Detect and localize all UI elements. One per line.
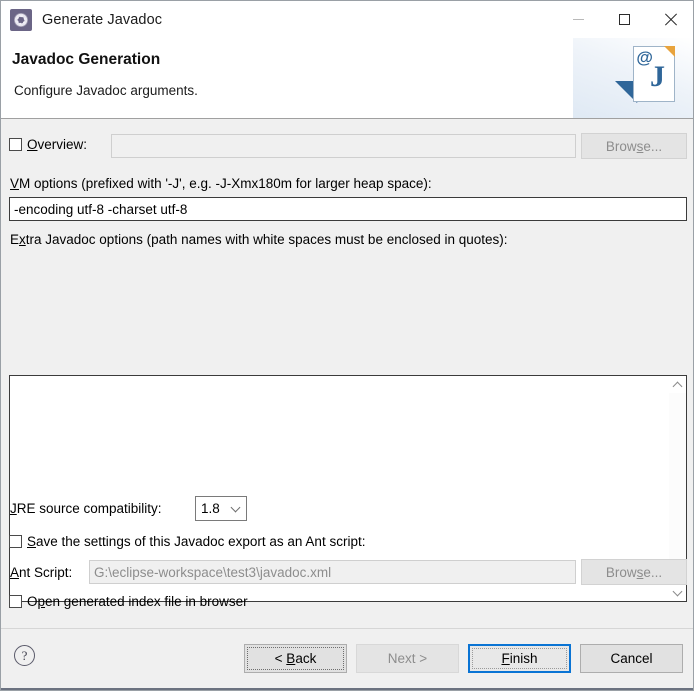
back-button[interactable]: < Back [244,644,347,673]
chevron-down-icon [672,586,683,596]
open-index-label-mnemonic: p [37,594,46,609]
back-pre: < [274,651,287,666]
maximize-icon [618,14,630,25]
chevron-down-icon [230,502,241,512]
close-button[interactable] [647,1,693,38]
dialog-header: Javadoc Generation Configure Javadoc arg… [1,38,693,119]
back-post: ack [295,651,317,666]
help-icon[interactable]: ? [14,645,35,666]
overview-browse-label: Browse... [606,139,662,154]
minimize-icon [572,19,584,20]
overview-browse-pre: Brow [605,138,637,154]
title-bar: Generate Javadoc [1,1,693,38]
scroll-up-button[interactable] [669,376,686,393]
open-index-label: Open generated index file in browser [27,594,248,609]
vm-options-value: -encoding utf-8 -charset utf-8 [14,201,188,217]
window-controls [555,1,693,38]
overview-browse-button[interactable]: Browse... [581,133,687,159]
finish-button[interactable]: Finish [468,644,571,673]
open-index-row: Open generated index file in browser [9,594,248,609]
banner-j-letter: J [650,60,665,93]
dialog-footer: ? < Back Next > Finish Cancel [1,628,693,690]
banner-page-fold-icon [664,46,675,57]
ant-browse-post: e... [643,564,663,580]
extra-options-label-pre: E [10,232,20,247]
save-ant-script-label: Save the settings of this Javadoc export… [27,534,365,549]
jre-label-mnemonic: J [10,501,17,516]
ant-script-label-text: nt Script: [19,565,73,580]
save-ant-label-text: ave the settings of this Javadoc export … [36,534,366,549]
jre-compatibility-label: JRE source compatibility: [10,501,162,516]
back-button-label: < Back [275,651,317,666]
open-index-label-text: en generated index file in browser [45,594,248,609]
extra-options-label: Extra Javadoc options (path names with w… [10,232,508,247]
chevron-up-icon [672,381,683,391]
ant-script-path-value: G:\eclipse-workspace\test3\javadoc.xml [94,564,332,580]
extra-options-label-mnemonic: x [19,232,26,247]
jre-label-text: RE source compatibility: [16,501,162,516]
cancel-button[interactable]: Cancel [580,644,683,673]
javadoc-banner-graphic: @ J [573,38,693,118]
overview-checkbox[interactable] [9,138,22,151]
page-title: Javadoc Generation [12,51,161,68]
maximize-button[interactable] [601,1,647,38]
back-mnemonic: B [286,651,296,666]
page-subtitle: Configure Javadoc arguments. [14,83,198,98]
footer-rule [1,688,693,690]
save-ant-script-checkbox[interactable] [9,535,22,548]
overview-label-text: verview: [37,137,88,152]
overview-label-mnemonic: O [27,137,38,152]
ant-script-label: Ant Script: [10,565,72,580]
overview-browse-post: e... [643,138,663,154]
scrollbar-track[interactable] [669,393,686,584]
ant-script-path-input[interactable]: G:\eclipse-workspace\test3\javadoc.xml [89,560,576,584]
dialog-body: Overview: Browse... VM options (prefixed… [1,119,693,628]
next-button-label: Next > [387,651,428,666]
generate-javadoc-dialog: Generate Javadoc Javadoc Generation Conf… [0,0,694,691]
ant-script-browse-label: Browse... [606,565,662,580]
vm-options-label: VM options (prefixed with '-J', e.g. -J-… [10,176,432,191]
window-title: Generate Javadoc [42,11,163,28]
close-icon [664,13,677,26]
scroll-down-button[interactable] [669,584,686,601]
extra-options-label-text: tra Javadoc options (path names with whi… [25,232,508,247]
javadoc-app-icon [10,8,32,31]
save-ant-script-row: Save the settings of this Javadoc export… [9,534,365,549]
vm-options-label-text: M options (prefixed with '-J', e.g. -J-X… [19,176,432,191]
overview-label: Overview: [27,137,87,152]
ant-browse-pre: Brow [605,564,637,580]
next-button[interactable]: Next > [356,644,459,673]
save-ant-label-mnemonic: S [27,534,37,549]
finish-mnemonic: F [501,651,510,666]
open-index-label-pre: O [27,594,38,609]
jre-compatibility-dropdown[interactable]: 1.8 [195,496,247,521]
overview-path-input[interactable] [111,134,576,158]
finish-post: inish [509,651,538,666]
vm-options-label-mnemonic: V [10,176,20,191]
overview-row: Overview: [9,137,87,152]
open-index-checkbox[interactable] [9,595,22,608]
minimize-button[interactable] [555,1,601,38]
vm-options-input[interactable]: -encoding utf-8 -charset utf-8 [9,197,687,221]
finish-button-label: Finish [501,651,537,666]
ant-script-label-mnemonic: A [10,565,20,580]
jre-selected-value: 1.8 [201,501,220,516]
ant-script-browse-button[interactable]: Browse... [581,559,687,585]
cancel-button-label: Cancel [610,651,653,666]
wizard-buttons: < Back Next > Finish Cancel [244,644,683,673]
